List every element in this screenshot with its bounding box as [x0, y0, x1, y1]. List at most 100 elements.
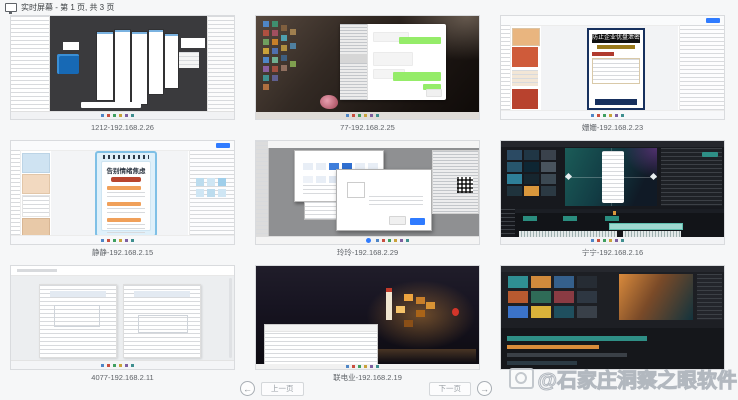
screen-thumbnail-3[interactable]: 防止企业优盘泄密 [500, 15, 725, 120]
t5-left-column [256, 141, 269, 237]
t5-right-panel [432, 150, 479, 214]
t6-preview [565, 148, 657, 206]
t9-gray-track [507, 361, 577, 365]
t9-media-library [508, 276, 528, 288]
screen-thumbnail-9[interactable] [500, 265, 725, 370]
t4-text-lines [107, 208, 145, 216]
monitor-cell-9[interactable] [500, 265, 725, 382]
monitor-cell-4[interactable]: 告别情绪焦虑 静静-192.168.2.15 [10, 140, 235, 257]
monitor-label: 玲玲-192.168.2.29 [255, 248, 480, 257]
screen-thumbnail-8[interactable] [255, 265, 480, 370]
t4-poster-title: 告别情绪焦虑 [102, 165, 150, 175]
t6-props-panel [661, 148, 722, 206]
t1-card [179, 52, 199, 68]
next-page-button[interactable]: 下一页 [429, 382, 472, 396]
t2-bubble-left [373, 52, 413, 66]
t6-phone-mockup [602, 151, 624, 203]
t8-warm-glow [366, 280, 476, 350]
screen-thumbnail-5[interactable] [255, 140, 480, 245]
t3-tool-rail [501, 25, 511, 111]
t4-taskbar-icons [101, 239, 104, 242]
t4-template-card [22, 195, 50, 217]
t4-section-bar [107, 218, 141, 222]
t5-main-dialog [336, 169, 432, 231]
t9-gray-track [507, 353, 627, 357]
t6-marker [613, 211, 616, 215]
t6-media-library [507, 150, 522, 160]
t3-taskbar-icons [591, 114, 594, 117]
t2-bubble-green [399, 37, 441, 44]
t4-poster-badge [111, 177, 141, 182]
t1-doc-strip [165, 34, 178, 88]
t8-lit-windows [404, 294, 413, 301]
monitor-cell-8[interactable]: 联电业-192.168.2.19 [255, 265, 480, 382]
t8-street-reflection [376, 349, 476, 363]
t1-doc-strip [132, 32, 147, 104]
screen-thumbnail-2[interactable] [255, 15, 480, 120]
t3-template-card [512, 47, 538, 67]
t1-card [181, 38, 205, 48]
screen-thumbnail-6[interactable] [500, 140, 725, 245]
monitor-label: 1212-192.168.2.26 [10, 123, 235, 132]
pagination: ← 上一页 下一页 → [240, 381, 492, 396]
t7-table-box [54, 305, 100, 327]
monitor-cell-2[interactable]: 77-192.168.2.25 [255, 15, 480, 132]
t7-page-1 [39, 284, 117, 358]
t2-send-button [426, 89, 442, 97]
screen-thumbnail-7[interactable] [10, 265, 235, 370]
t6-teal-button [702, 152, 718, 157]
monitor-label: 4077-192.168.2.11 [10, 373, 235, 382]
t3-taskbar [501, 110, 724, 119]
t5-start-button [366, 238, 371, 243]
t4-props-panel [189, 150, 234, 236]
t9-teal-track [507, 336, 647, 341]
t4-section-bar [107, 202, 141, 206]
t8-taskbar-icons [346, 365, 349, 368]
t2-pink-object [320, 95, 338, 109]
monitor-label: 宁宁-192.168.2.16 [500, 248, 725, 257]
t8-taskbar [256, 364, 479, 369]
t6-handle-left [565, 173, 572, 180]
t5-template-chips [303, 163, 313, 170]
t2-chat-selected [340, 54, 367, 63]
t8-shop-sign [386, 288, 392, 320]
t1-left-panel [11, 16, 50, 112]
t4-blue-button [216, 143, 230, 148]
monitor-label: 静静-192.168.2.15 [10, 248, 235, 257]
monitor-cell-3[interactable]: 防止企业优盘泄密 姗姗-192.168.2.23 [500, 15, 725, 132]
t1-right-panel [207, 16, 234, 112]
prev-page-group: ← 上一页 [240, 381, 304, 396]
t6-timeline [501, 209, 724, 237]
t5-cancel-button [389, 216, 406, 225]
t8-window-titlebar [265, 325, 377, 332]
t3-poster-footer [595, 99, 637, 105]
t7-table-header [50, 291, 106, 297]
prev-page-arrow-icon[interactable]: ← [240, 381, 255, 396]
t8-white-window [264, 324, 378, 366]
t3-poster-red-tag [592, 52, 614, 56]
t4-text-lines [107, 224, 145, 234]
t9-timeline [501, 328, 724, 369]
t1-taskbar [11, 111, 234, 119]
t7-toolbar [11, 266, 234, 276]
t1-doc-strip [149, 30, 163, 94]
t3-template-card [512, 89, 538, 109]
monitor-cell-1[interactable]: 1212-192.168.2.26 [10, 15, 235, 132]
t5-taskbar-icons [376, 239, 379, 242]
next-page-arrow-icon[interactable]: → [477, 381, 492, 396]
t5-qr-code [457, 177, 473, 193]
t4-tool-rail [11, 150, 21, 236]
t5-icon-box [347, 182, 365, 198]
t3-poster-gold-band [597, 45, 635, 49]
screen-thumbnail-1[interactable] [10, 15, 235, 120]
t9-preview [619, 274, 693, 320]
monitor-cell-5[interactable]: 玲玲-192.168.2.29 [255, 140, 480, 257]
monitor-label: 77-192.168.2.25 [255, 123, 480, 132]
monitor-cell-6[interactable]: 宁宁-192.168.2.16 [500, 140, 725, 257]
t7-page-2 [123, 284, 201, 358]
t3-blue-button [706, 18, 720, 23]
screen-thumbnail-4[interactable]: 告别情绪焦虑 [10, 140, 235, 245]
prev-page-button[interactable]: 上一页 [261, 382, 304, 396]
monitor-cell-7[interactable]: 4077-192.168.2.11 [10, 265, 235, 382]
t6-teal-clips [523, 216, 537, 221]
